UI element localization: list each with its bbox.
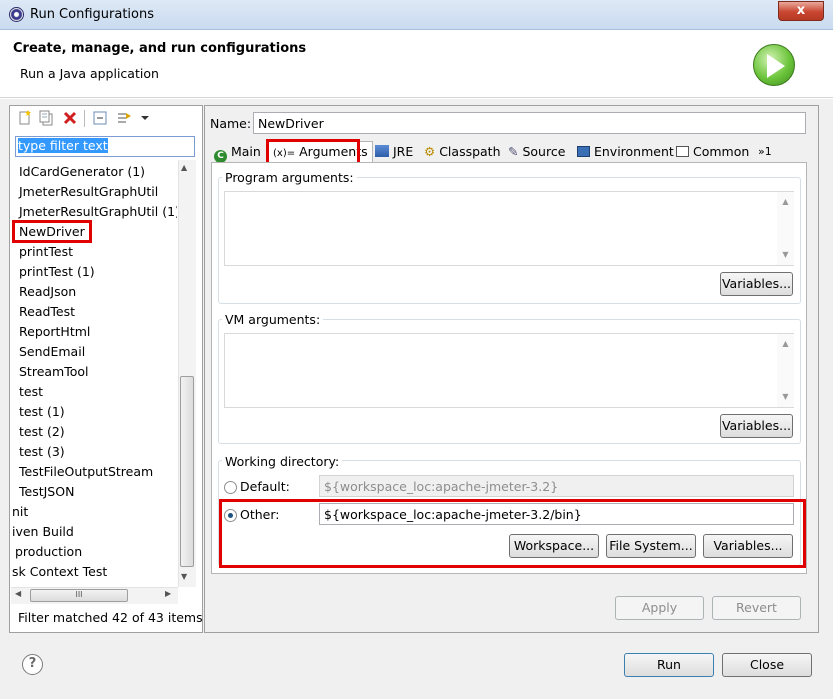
vm-arguments-textarea[interactable] xyxy=(224,333,794,408)
tree-item[interactable]: test (2) xyxy=(19,424,65,439)
tree-item[interactable]: SendEmail xyxy=(19,344,85,359)
duplicate-icon[interactable] xyxy=(38,110,54,126)
new-config-icon[interactable] xyxy=(17,110,33,126)
classpath-tab-icon: ⚙ xyxy=(424,144,436,159)
vm-variables-button[interactable]: Variables... xyxy=(720,414,793,438)
tree-item[interactable]: test (1) xyxy=(19,404,65,419)
tab-jre[interactable]: JRE xyxy=(375,142,413,163)
tree-item[interactable]: printTest xyxy=(19,244,73,259)
tab-classpath[interactable]: ⚙ Classpath xyxy=(424,142,501,163)
tree-item[interactable]: JmeterResultGraphUtil xyxy=(19,184,158,199)
delete-icon[interactable] xyxy=(62,110,78,126)
common-tab-icon xyxy=(676,146,689,157)
tree-item[interactable]: ReportHtml xyxy=(19,324,90,339)
filter-status: Filter matched 42 of 43 items xyxy=(18,610,203,625)
program-arguments-label: Program arguments: xyxy=(222,170,357,185)
tree-item[interactable]: ReadJson xyxy=(19,284,76,299)
tree-item[interactable]: JmeterResultGraphUtil (1) xyxy=(19,204,177,219)
source-tab-icon: ✎ xyxy=(508,144,519,159)
tree-item[interactable]: test xyxy=(19,384,43,399)
tab-overflow[interactable]: »1 xyxy=(758,142,772,163)
name-input[interactable]: NewDriver xyxy=(253,112,806,134)
highlight-newdriver xyxy=(12,220,92,243)
tree-scroll-thumb[interactable] xyxy=(180,376,194,567)
run-banner-icon xyxy=(753,44,795,86)
tree-item[interactable]: production xyxy=(15,544,82,559)
view-menu-icon[interactable] xyxy=(137,110,153,126)
tree-item[interactable]: sk Context Test xyxy=(12,564,107,579)
scroll-down-icon[interactable]: ▼ xyxy=(181,572,187,581)
default-radio-label: Default: xyxy=(240,479,290,494)
tree-hscroll-thumb[interactable]: III xyxy=(30,589,128,602)
eclipse-icon xyxy=(9,7,24,22)
filter-icon[interactable] xyxy=(116,110,132,126)
jre-tab-icon xyxy=(375,145,389,157)
program-arguments-scrollbar[interactable]: ▲ ▼ xyxy=(777,192,794,265)
program-variables-button[interactable]: Variables... xyxy=(720,272,793,296)
tree-item[interactable]: test (3) xyxy=(19,444,65,459)
window-title: Run Configurations xyxy=(30,7,154,22)
program-arguments-textarea[interactable] xyxy=(224,191,794,266)
tree-item[interactable]: iven Build xyxy=(12,524,74,539)
environment-tab-icon xyxy=(577,146,590,157)
name-label: Name: xyxy=(210,116,252,131)
tab-environment[interactable]: Environment xyxy=(577,142,674,163)
tree-item[interactable]: ReadTest xyxy=(19,304,75,319)
collapse-all-icon[interactable] xyxy=(92,110,108,126)
tree-item[interactable]: IdCardGenerator (1) xyxy=(19,164,145,179)
working-directory-label: Working directory: xyxy=(222,454,343,469)
vm-arguments-label: VM arguments: xyxy=(222,312,324,327)
apply-button[interactable]: Apply xyxy=(615,596,704,620)
vm-arguments-scrollbar[interactable]: ▲ ▼ xyxy=(777,334,794,407)
scroll-left-icon[interactable]: ◀ xyxy=(15,589,21,598)
run-button[interactable]: Run xyxy=(624,653,714,677)
tree-item[interactable]: nit xyxy=(12,504,28,519)
window-close-button[interactable]: x xyxy=(778,1,824,21)
tree-item[interactable]: TestJSON xyxy=(19,484,74,499)
tree-item[interactable]: StreamTool xyxy=(19,364,89,379)
tab-common[interactable]: Common xyxy=(676,142,749,163)
revert-button[interactable]: Revert xyxy=(712,596,801,620)
tree-item[interactable]: TestFileOutputStream xyxy=(19,464,153,479)
scroll-right-icon[interactable]: ▶ xyxy=(165,589,171,598)
help-icon[interactable]: ? xyxy=(22,654,43,675)
header-title: Create, manage, and run configurations xyxy=(13,41,307,56)
toolbar-separator xyxy=(84,110,85,127)
scroll-up-icon[interactable]: ▲ xyxy=(181,163,187,172)
default-radio[interactable] xyxy=(224,481,237,494)
tab-source[interactable]: ✎ Source xyxy=(508,142,565,163)
highlight-other-directory xyxy=(219,499,806,568)
tab-main[interactable]: C Main xyxy=(214,142,261,163)
default-directory-field: ${workspace_loc:apache-jmeter-3.2} xyxy=(319,475,794,497)
header-subtitle: Run a Java application xyxy=(20,66,159,81)
filter-input[interactable]: type filter text xyxy=(15,136,195,157)
tree-item[interactable]: printTest (1) xyxy=(19,264,95,279)
close-button[interactable]: Close xyxy=(722,653,812,677)
